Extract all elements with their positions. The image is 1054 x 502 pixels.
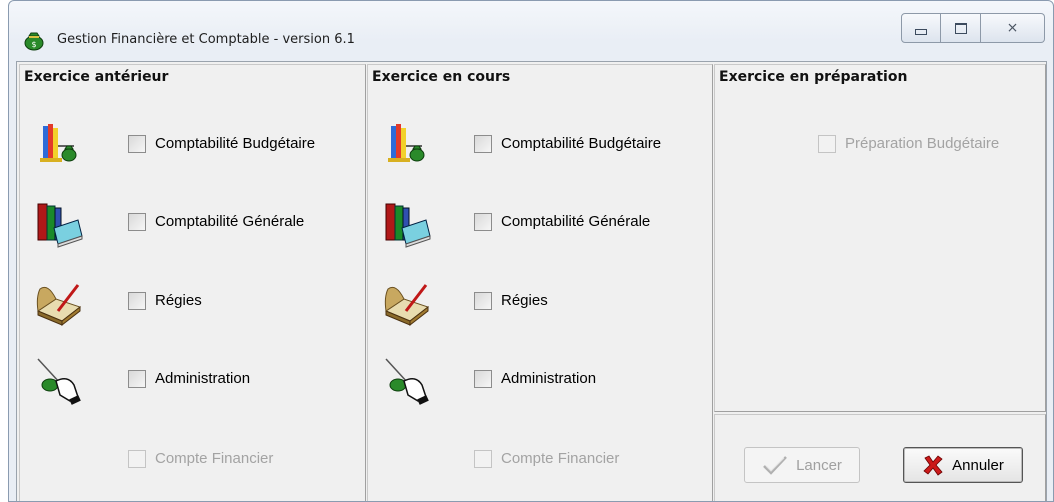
main-window: $ Gestion Financière et Comptable - vers… <box>8 0 1054 502</box>
checkbox-comptabilite-budgetaire[interactable] <box>474 135 492 153</box>
title-bar[interactable]: $ Gestion Financière et Comptable - vers… <box>9 1 1053 59</box>
label-comptabilite-budgetaire: Comptabilité Budgétaire <box>501 135 662 152</box>
checkbox-compte-financier[interactable] <box>474 450 492 468</box>
row-regies: Régies <box>368 277 712 327</box>
checkbox-administration[interactable] <box>128 370 146 388</box>
row-regies: Régies <box>20 277 365 327</box>
label-administration: Administration <box>501 370 597 387</box>
cancel-x-icon <box>923 455 943 476</box>
money-bag-icon: $ <box>24 32 44 51</box>
checkbox-regies[interactable] <box>128 292 146 310</box>
close-button[interactable]: ⨯ <box>981 13 1045 43</box>
checkbox-compte-financier[interactable] <box>128 450 146 468</box>
panel-title: Exercice antérieur <box>24 69 169 85</box>
hand-pointer-icon <box>37 358 81 405</box>
label-comptabilite-budgetaire: Comptabilité Budgétaire <box>155 135 316 152</box>
panel-title: Exercice en cours <box>372 69 511 85</box>
checkbox-administration[interactable] <box>474 370 492 388</box>
budget-scale-icon <box>40 124 77 162</box>
ledger-pen-icon <box>36 284 82 327</box>
label-preparation-budgetaire: Préparation Budgétaire <box>845 135 1000 152</box>
annuler-button[interactable]: Annuler <box>903 447 1023 483</box>
window-controls: ⨯ <box>901 13 1045 43</box>
checkbox-regies[interactable] <box>474 292 492 310</box>
row-preparation-budgetaire: Préparation Budgétaire <box>715 120 1045 170</box>
ledger-pen-icon <box>384 284 430 327</box>
action-panel: Lancer Annuler <box>714 414 1046 501</box>
maximize-icon <box>954 22 967 34</box>
label-comptabilite-generale: Comptabilité Générale <box>155 213 305 230</box>
close-icon: ⨯ <box>1006 20 1019 36</box>
checkbox-preparation-budgetaire[interactable] <box>818 135 836 153</box>
panel-exercice-anterieur: Exercice antérieur Comptabilité Budgétai… <box>19 64 366 501</box>
label-regies: Régies <box>501 292 548 309</box>
row-administration: Administration <box>368 355 712 405</box>
window-title: Gestion Financière et Comptable - versio… <box>57 32 355 47</box>
label-compte-financier: Compte Financier <box>155 450 274 467</box>
maximize-button[interactable] <box>941 13 981 43</box>
label-comptabilite-generale: Comptabilité Générale <box>501 213 651 230</box>
label-compte-financier: Compte Financier <box>501 450 620 467</box>
row-comptabilite-generale: Comptabilité Générale <box>368 198 712 248</box>
panel-exercice-en-cours: Exercice en cours Comptabilité Budgétair… <box>367 64 713 501</box>
checkmark-icon <box>763 456 787 475</box>
checkbox-comptabilite-budgetaire[interactable] <box>128 135 146 153</box>
checkbox-comptabilite-generale[interactable] <box>128 213 146 231</box>
hand-pointer-icon <box>385 358 429 405</box>
panel-title: Exercice en préparation <box>719 69 908 85</box>
books-icon <box>385 203 431 248</box>
row-administration: Administration <box>20 355 365 405</box>
panel-exercice-en-preparation: Exercice en préparation Préparation Budg… <box>714 64 1046 412</box>
checkbox-comptabilite-generale[interactable] <box>474 213 492 231</box>
annuler-label: Annuler <box>952 456 1004 474</box>
row-compte-financier: Compte Financier <box>20 435 365 485</box>
books-icon <box>37 203 83 248</box>
minimize-button[interactable] <box>901 13 941 43</box>
row-comptabilite-budgetaire: Comptabilité Budgétaire <box>368 120 712 170</box>
minimize-icon <box>915 29 927 35</box>
label-administration: Administration <box>155 370 251 387</box>
label-regies: Régies <box>155 292 202 309</box>
row-comptabilite-generale: Comptabilité Générale <box>20 198 365 248</box>
lancer-label: Lancer <box>796 456 842 474</box>
client-area: Exercice antérieur Comptabilité Budgétai… <box>16 61 1047 501</box>
row-comptabilite-budgetaire: Comptabilité Budgétaire <box>20 120 365 170</box>
budget-scale-icon <box>388 124 425 162</box>
row-compte-financier: Compte Financier <box>368 435 712 485</box>
svg-text:$: $ <box>31 40 36 49</box>
lancer-button[interactable]: Lancer <box>744 447 860 483</box>
